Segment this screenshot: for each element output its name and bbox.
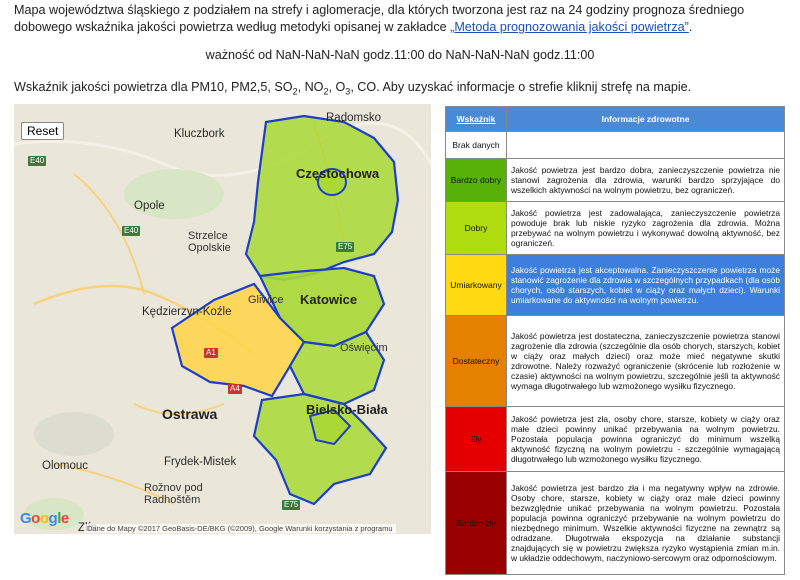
legend-header-info: Informacje zdrowotne bbox=[506, 106, 785, 132]
map-label-frydek: Frydek-Mistek bbox=[164, 456, 237, 468]
legend-category: Dostateczny bbox=[445, 315, 507, 407]
legend-row: Dostateczny Jakość powietrza jest dostat… bbox=[445, 315, 785, 407]
map-label-gliwice: Gliwice bbox=[248, 294, 284, 306]
legend-description: Jakość powietrza jest bardzo zła i ma ne… bbox=[506, 471, 785, 575]
legend-description: Jakość powietrza jest akceptowalna. Zani… bbox=[506, 254, 785, 316]
map-label-katowice: Katowice bbox=[300, 292, 358, 307]
health-info-legend: Wskaźnik Informacje zdrowotne Brak danyc… bbox=[445, 106, 785, 575]
road-badge: E75 bbox=[336, 242, 355, 252]
zones-map[interactable]: Reset Radomsko Kluczbork Częstochowa Opo… bbox=[14, 104, 431, 534]
map-label-bielsko: Bielsko-Biała bbox=[306, 402, 388, 417]
map-label-roznov: Rožnov pod Radhoštěm bbox=[144, 482, 203, 506]
legend-row: Brak danych bbox=[445, 131, 785, 159]
pollutants-mid2: , O bbox=[328, 80, 346, 94]
map-label-olomouc: Olomouc bbox=[42, 460, 89, 472]
forecast-validity: ważność od NaN-NaN-NaN godz.11:00 do NaN… bbox=[205, 48, 595, 62]
legend-row: Umiarkowany Jakość powietrza jest akcept… bbox=[445, 254, 785, 316]
road-badge: A4 bbox=[228, 384, 242, 394]
map-label-oswiecim: Oświęcim bbox=[340, 342, 388, 354]
road-badge: E40 bbox=[122, 226, 141, 236]
pollutants-post: , CO. Aby uzyskać informacje o strefie k… bbox=[350, 80, 692, 94]
map-label-kluczbork: Kluczbork bbox=[174, 128, 225, 140]
legend-description: Jakość powietrza jest dostateczna, zanie… bbox=[506, 315, 785, 407]
map-label-radomsko: Radomsko bbox=[326, 112, 381, 124]
pollutants-mid1: , NO bbox=[297, 80, 324, 94]
method-link[interactable]: „Metoda prognozowania jakości powietrza” bbox=[450, 20, 689, 34]
legend-category: Zły bbox=[445, 406, 507, 472]
legend-category: Umiarkowany bbox=[445, 254, 507, 316]
legend-row: Dobry Jakość powietrza jest zadowalająca… bbox=[445, 201, 785, 255]
map-label-opole: Opole bbox=[134, 200, 165, 212]
map-label-strzelce: Strzelce Opolskie bbox=[188, 230, 231, 254]
road-badge: A1 bbox=[204, 348, 218, 358]
map-label-ostrawa: Ostrawa bbox=[162, 406, 218, 422]
road-badge: E40 bbox=[28, 156, 47, 166]
legend-description bbox=[506, 131, 785, 159]
legend-row: Bardzo dobry Jakość powietrza jest bardz… bbox=[445, 158, 785, 202]
legend-description: Jakość powietrza jest zła, osoby chore, … bbox=[506, 406, 785, 472]
legend-description: Jakość powietrza jest bardzo dobra, zani… bbox=[506, 158, 785, 202]
legend-row: Bardzo zły Jakość powietrza jest bardzo … bbox=[445, 471, 785, 575]
pollutants-info: Wskaźnik jakości powietrza dla PM10, PM2… bbox=[14, 80, 794, 97]
intro-end: . bbox=[688, 20, 693, 34]
map-label-czestochowa: Częstochowa bbox=[296, 166, 380, 181]
legend-description: Jakość powietrza jest zadowalająca, zani… bbox=[506, 201, 785, 255]
legend-header-index[interactable]: Wskaźnik bbox=[445, 106, 507, 132]
legend-row: Zły Jakość powietrza jest zła, osoby cho… bbox=[445, 406, 785, 472]
legend-category: Brak danych bbox=[445, 131, 507, 159]
road-badge: E75 bbox=[282, 500, 301, 510]
map-attribution[interactable]: Dane do Mapy ©2017 GeoBasis-DE/BKG (©200… bbox=[84, 524, 396, 533]
intro-text: Mapa województwa śląskiego z podziałem n… bbox=[14, 2, 786, 36]
legend-category: Bardzo zły bbox=[445, 471, 507, 575]
google-logo: Google bbox=[20, 510, 69, 527]
reset-button[interactable]: Reset bbox=[21, 122, 65, 140]
legend-category: Dobry bbox=[445, 201, 507, 255]
legend-category: Bardzo dobry bbox=[445, 158, 507, 202]
pollutants-pre: Wskaźnik jakości powietrza dla PM10, PM2… bbox=[14, 80, 293, 94]
index-header-link[interactable]: Wskaźnik bbox=[457, 114, 496, 124]
map-label-kedzierzyn: Kędzierzyn-Koźle bbox=[142, 306, 232, 318]
